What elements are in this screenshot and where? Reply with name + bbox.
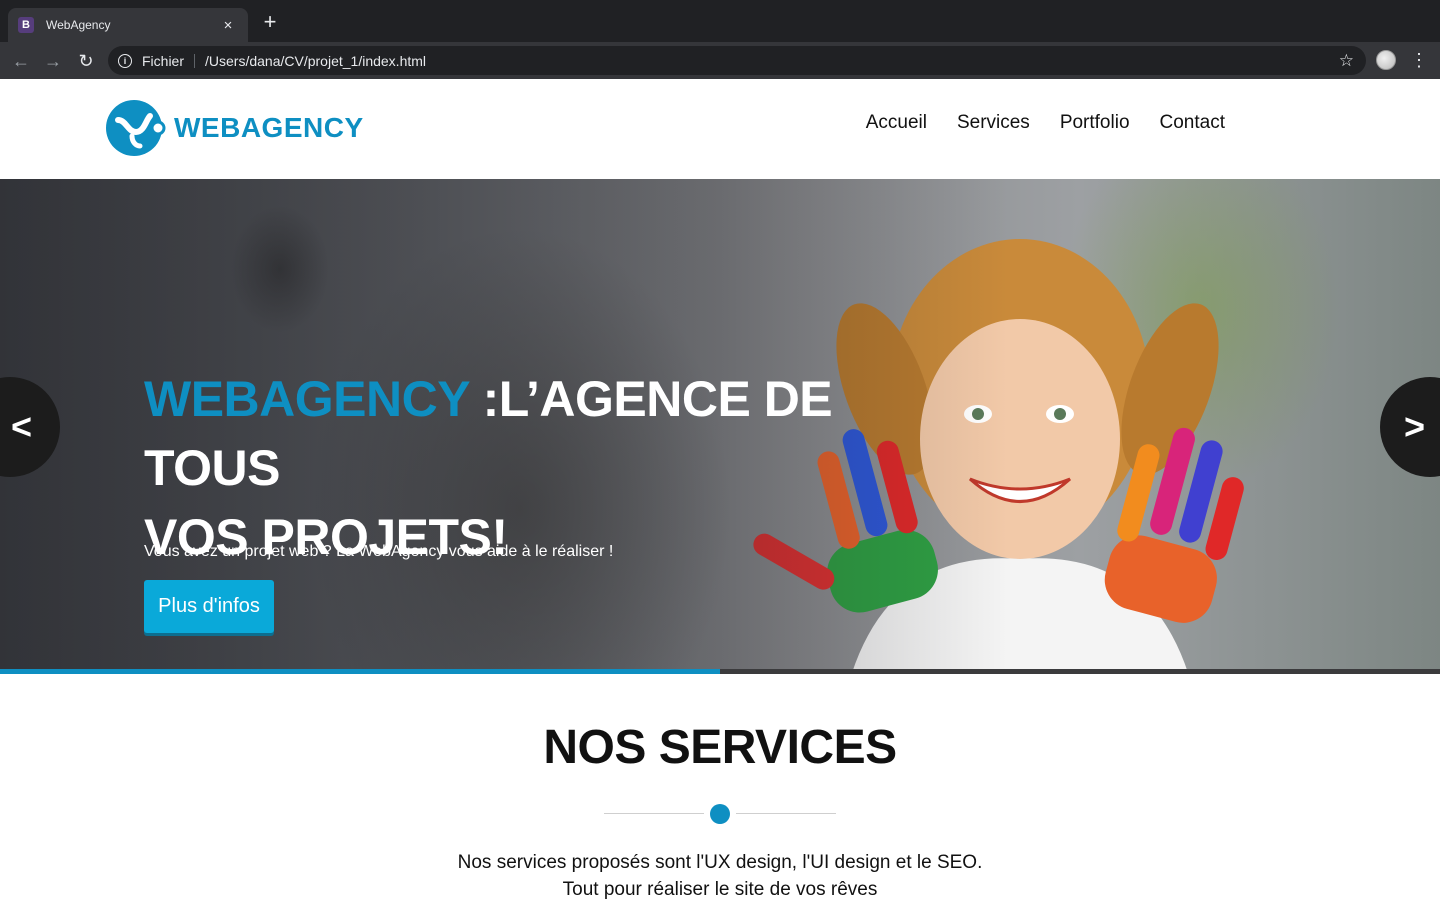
info-icon[interactable]: i <box>118 53 132 68</box>
browser-tab[interactable]: B WebAgency × <box>8 8 248 42</box>
bootstrap-favicon-icon: B <box>18 17 34 33</box>
back-arrow-icon[interactable]: ← <box>10 50 32 72</box>
hero-title: WEBAGENCY :L’AGENCE DE TOUS VOS PROJETS! <box>144 365 944 572</box>
browser-menu-icon[interactable]: ⋮ <box>1410 48 1428 72</box>
services-title: NOS SERVICES <box>543 721 897 774</box>
tab-title: WebAgency <box>46 18 111 32</box>
logo-text: WEBAGENCY <box>174 112 364 143</box>
profile-avatar[interactable] <box>1376 50 1396 70</box>
nav-link-portfolio[interactable]: Portfolio <box>1060 112 1130 134</box>
new-tab-button[interactable]: + <box>258 11 282 33</box>
close-tab-icon[interactable]: × <box>218 17 238 34</box>
nav-link-contact[interactable]: Contact <box>1160 112 1225 134</box>
divider-line-right <box>736 813 836 814</box>
hero-subtitle: Vous avez un projet web ? La WebAgency v… <box>144 543 614 560</box>
browser-toolbar: ← → ↻ i Fichier /Users/dana/CV/projet_1/… <box>0 42 1440 79</box>
main-nav: Accueil Services Portfolio Contact <box>866 112 1225 134</box>
services-line-1: Nos services proposés sont l'UX design, … <box>457 852 983 873</box>
site-logo[interactable]: WEBAGENCY <box>106 98 364 158</box>
more-info-button[interactable]: Plus d'infos <box>144 580 274 633</box>
browser-tabbar: B WebAgency × + <box>0 0 1440 42</box>
address-bar[interactable]: i Fichier /Users/dana/CV/projet_1/index.… <box>108 46 1366 75</box>
divider-line-left <box>604 813 704 814</box>
divider-dot <box>710 804 730 824</box>
site-header: WEBAGENCY Accueil Services Portfolio Con… <box>0 79 1440 179</box>
url-text[interactable]: /Users/dana/CV/projet_1/index.html <box>205 53 1339 69</box>
services-description: Nos services proposés sont l'UX design, … <box>0 849 1440 903</box>
hero-title-brand: WEBAGENCY <box>144 371 470 427</box>
hero-slider: WEBAGENCY :L’AGENCE DE TOUS VOS PROJETS!… <box>0 179 1440 674</box>
services-line-2: Tout pour réaliser le site de vos rêves <box>562 879 878 900</box>
nav-link-services[interactable]: Services <box>957 112 1030 134</box>
services-section: NOS SERVICES Nos services proposés sont … <box>0 674 1440 900</box>
bookmark-star-icon[interactable]: ☆ <box>1339 51 1354 71</box>
reload-icon[interactable]: ↻ <box>75 50 97 72</box>
scheme-label: Fichier <box>142 53 196 68</box>
webagency-logo-icon <box>106 100 166 156</box>
section-divider <box>604 802 836 826</box>
forward-arrow-icon[interactable]: → <box>42 50 64 72</box>
nav-link-accueil[interactable]: Accueil <box>866 112 927 134</box>
